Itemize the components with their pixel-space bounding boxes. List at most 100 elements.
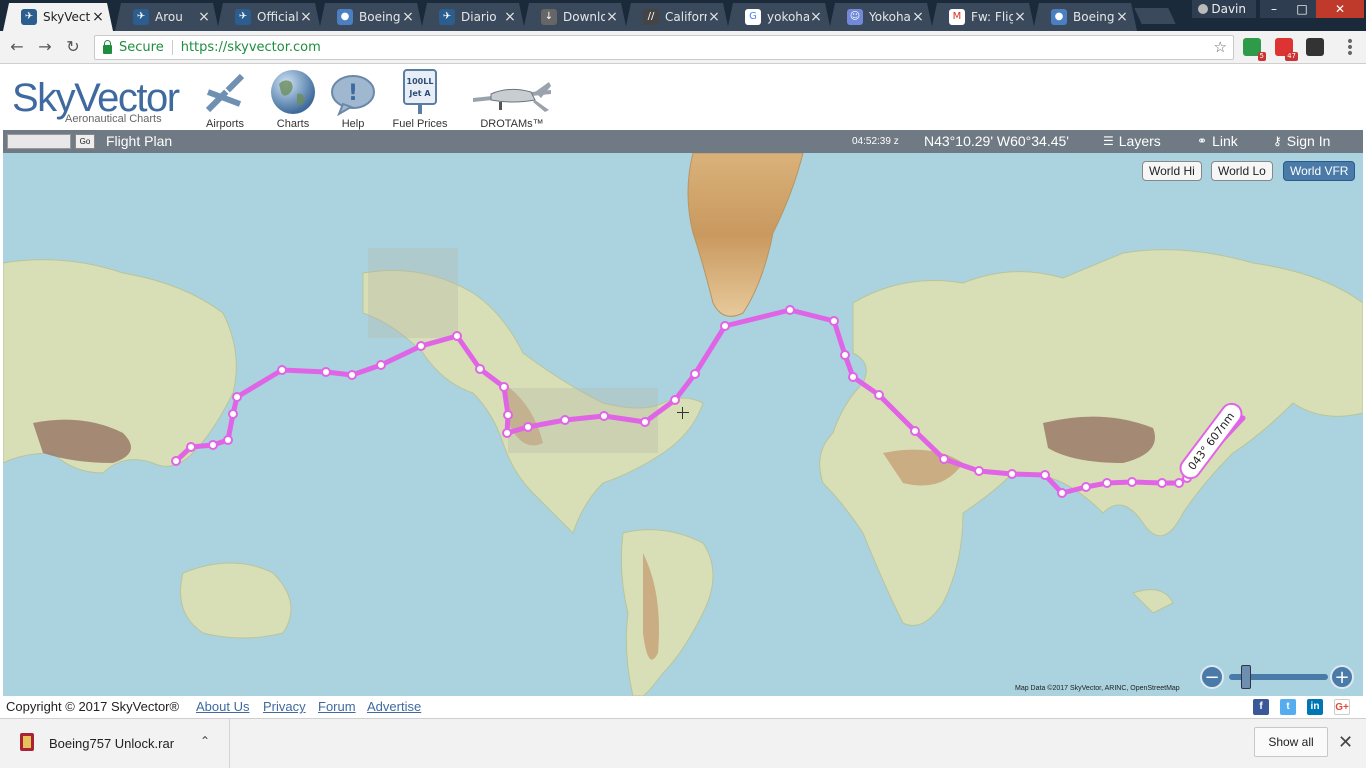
extension-dark-icon[interactable] (1306, 38, 1324, 56)
route-waypoint[interactable] (171, 456, 181, 466)
extension-green-icon[interactable]: 5 (1243, 38, 1266, 61)
route-waypoint[interactable] (848, 372, 858, 382)
route-waypoint[interactable] (523, 422, 533, 432)
zoom-out-button[interactable]: − (1200, 665, 1224, 689)
nav-fuel-prices[interactable]: 100LL Jet A Fuel Prices (390, 68, 450, 130)
show-all-downloads-button[interactable]: Show all (1254, 727, 1328, 757)
address-bar[interactable]: Secure https://skyvector.com ☆ (94, 35, 1234, 60)
route-waypoint[interactable] (321, 367, 331, 377)
route-waypoint[interactable] (1081, 482, 1091, 492)
route-waypoint[interactable] (910, 426, 920, 436)
skyvector-logo[interactable]: SkyVector (12, 78, 180, 118)
route-waypoint[interactable] (785, 305, 795, 315)
route-waypoint[interactable] (1127, 477, 1137, 487)
about-us-link[interactable]: About Us (196, 699, 249, 714)
forum-link[interactable]: Forum (318, 699, 356, 714)
route-waypoint[interactable] (690, 369, 700, 379)
close-tab-icon[interactable]: × (605, 9, 619, 25)
route-waypoint[interactable] (503, 410, 513, 420)
tab-10[interactable]: M Fw: Flig × (931, 3, 1035, 31)
link-button[interactable]: ⚭ Link (1197, 133, 1238, 149)
tab-1[interactable]: ✈ SkyVect × (3, 3, 113, 31)
route-waypoint[interactable] (475, 364, 485, 374)
route-waypoint[interactable] (974, 466, 984, 476)
flight-plan-button[interactable]: Flight Plan (106, 133, 172, 149)
close-tab-icon[interactable]: × (1013, 9, 1027, 25)
layer-world-hi-button[interactable]: World Hi (1142, 161, 1202, 181)
tab-8[interactable]: Gyokoha × (727, 3, 831, 31)
route-waypoint[interactable] (1174, 478, 1184, 488)
route-waypoint[interactable] (1157, 478, 1167, 488)
close-tab-icon[interactable]: × (401, 9, 415, 25)
close-tab-icon[interactable]: × (707, 9, 721, 25)
googleplus-icon[interactable]: G+ (1334, 699, 1350, 715)
route-waypoint[interactable] (939, 454, 949, 464)
facebook-icon[interactable]: f (1253, 699, 1269, 715)
new-tab-button[interactable] (1134, 8, 1176, 24)
route-waypoint[interactable] (1007, 469, 1017, 479)
tab-11[interactable]: ● Boeing × (1033, 3, 1137, 31)
close-tab-icon[interactable]: × (809, 9, 823, 25)
privacy-link[interactable]: Privacy (263, 699, 306, 714)
route-waypoint[interactable] (874, 390, 884, 400)
sign-in-button[interactable]: ⚷ Sign In (1273, 133, 1330, 149)
flight-plan-input[interactable] (7, 134, 71, 149)
route-waypoint[interactable] (208, 440, 218, 450)
minimize-button[interactable]: – (1260, 0, 1288, 18)
route-waypoint[interactable] (376, 360, 386, 370)
extension-opera-icon[interactable]: 47 (1275, 38, 1298, 61)
route-waypoint[interactable] (1040, 470, 1050, 480)
twitter-icon[interactable]: t (1280, 699, 1296, 715)
download-item[interactable]: Boeing757 Unlock.rar ⌃ (0, 719, 230, 768)
tab-2[interactable]: ✈ Arou × (115, 3, 219, 31)
tab-9[interactable]: ☺ Yokoha × (829, 3, 933, 31)
reload-icon[interactable]: ↻ (62, 36, 84, 58)
route-waypoint[interactable] (452, 331, 462, 341)
route-waypoint[interactable] (232, 392, 242, 402)
close-tab-icon[interactable]: × (1115, 9, 1129, 25)
tab-4[interactable]: ● Boeing × (319, 3, 423, 31)
back-icon[interactable]: ← (6, 36, 28, 58)
tab-5[interactable]: ✈ Diario × (421, 3, 525, 31)
route-waypoint[interactable] (347, 370, 357, 380)
route-waypoint[interactable] (186, 442, 196, 452)
linkedin-icon[interactable]: in (1307, 699, 1323, 715)
nav-help[interactable]: ! Help (328, 68, 378, 130)
profile-button[interactable]: Davin (1192, 0, 1256, 18)
close-shelf-icon[interactable]: ✕ (1338, 732, 1353, 753)
zoom-in-button[interactable]: + (1330, 665, 1354, 689)
route-waypoint[interactable] (1057, 488, 1067, 498)
tab-3[interactable]: ✈ Official × (217, 3, 321, 31)
advertise-link[interactable]: Advertise (367, 699, 421, 714)
route-waypoint[interactable] (670, 395, 680, 405)
nav-airports[interactable]: Airports (200, 68, 250, 130)
nav-drotams[interactable]: DROTAMs™ (468, 68, 556, 130)
close-tab-icon[interactable]: × (197, 9, 211, 25)
route-waypoint[interactable] (829, 316, 839, 326)
route-waypoint[interactable] (502, 428, 512, 438)
route-waypoint[interactable] (416, 341, 426, 351)
bookmark-star-icon[interactable]: ☆ (1214, 38, 1227, 56)
route-waypoint[interactable] (228, 409, 238, 419)
nav-charts[interactable]: Charts (266, 68, 320, 130)
route-waypoint[interactable] (223, 435, 233, 445)
map-canvas[interactable]: 043° 607nm World Hi World Lo World VFR − +… (3, 153, 1363, 696)
forward-icon[interactable]: → (34, 36, 56, 58)
route-waypoint[interactable] (1102, 478, 1112, 488)
maximize-button[interactable]: □ (1288, 0, 1316, 18)
close-tab-icon[interactable]: × (299, 9, 313, 25)
route-waypoint[interactable] (720, 321, 730, 331)
zoom-slider-handle[interactable] (1241, 665, 1251, 689)
chevron-up-icon[interactable]: ⌃ (200, 734, 210, 748)
route-waypoint[interactable] (560, 415, 570, 425)
layers-button[interactable]: ☰ Layers (1103, 133, 1161, 149)
route-waypoint[interactable] (277, 365, 287, 375)
route-waypoint[interactable] (599, 411, 609, 421)
route-waypoint[interactable] (499, 382, 509, 392)
browser-menu-icon[interactable]: • • • (1341, 35, 1359, 61)
route-waypoint[interactable] (840, 350, 850, 360)
close-window-button[interactable]: ✕ (1316, 0, 1364, 18)
tab-7[interactable]: // Californ × (625, 3, 729, 31)
close-tab-icon[interactable]: × (503, 9, 517, 25)
layer-world-vfr-button[interactable]: World VFR (1283, 161, 1356, 181)
